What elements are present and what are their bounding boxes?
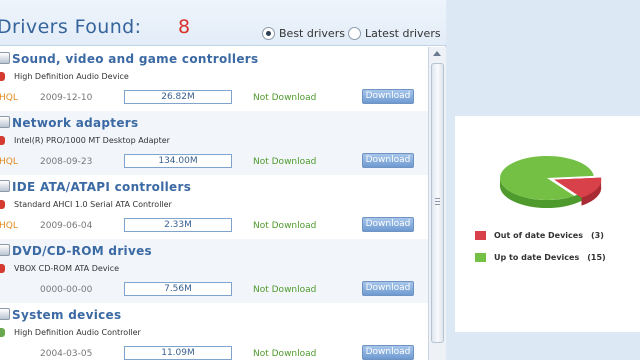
driver-date: 2009-06-04 — [40, 221, 93, 231]
driver-category: DVD/CD-ROM drives — [12, 244, 152, 258]
device-status-chart: Out of date Devices (3) Up to date Devic… — [455, 116, 640, 332]
latest-drivers-label: Latest drivers — [365, 26, 441, 40]
legend-label: Out of date Devices — [494, 230, 583, 240]
device-name: High Definition Audio Controller — [14, 328, 141, 337]
driver-row: DVD/CD-ROM drives VBOX CD-ROM ATA Device… — [0, 239, 428, 303]
driver-category: System devices — [12, 308, 122, 322]
dvd-drive-icon — [0, 244, 10, 256]
driver-date: 2004-03-05 — [40, 349, 93, 359]
driver-list: Sound, video and game controllers High D… — [0, 47, 428, 360]
device-status-panel: Out of date Devices (3) Up to date Devic… — [447, 0, 640, 360]
driver-date: 2009-12-10 — [40, 93, 93, 103]
driver-row: Network adapters Intel(R) PRO/1000 MT De… — [0, 111, 428, 175]
driver-category: IDE ATA/ATAPI controllers — [12, 180, 192, 194]
vertical-scrollbar[interactable] — [428, 47, 446, 360]
quality-label: HQL — [0, 93, 18, 103]
download-button[interactable]: Download — [362, 281, 414, 296]
sound-device-icon — [0, 52, 10, 64]
device-name: Intel(R) PRO/1000 MT Desktop Adapter — [14, 136, 170, 145]
legend-swatch-red — [475, 230, 486, 240]
check-flag-icon — [0, 328, 5, 337]
legend-up-to-date: Up to date Devices (15) — [475, 251, 606, 263]
driver-list-panel: Drivers Found: 8 Best drivers Latest dri… — [0, 0, 446, 360]
driver-size: 7.56M — [124, 282, 232, 296]
download-button[interactable]: Download — [362, 217, 414, 232]
radio-unselected-icon — [348, 26, 361, 40]
device-name: Standard AHCI 1.0 Serial ATA Controller — [14, 200, 172, 209]
scrollbar-thumb[interactable] — [431, 63, 444, 343]
download-button[interactable]: Download — [362, 345, 414, 360]
network-adapter-icon — [0, 116, 10, 128]
driver-date: 2008-09-23 — [40, 157, 93, 167]
download-status: Not Download — [253, 285, 317, 295]
download-status: Not Download — [253, 349, 317, 359]
system-device-icon — [0, 308, 10, 320]
driver-size: 134.00M — [124, 154, 232, 168]
quality-label: HQL — [0, 221, 18, 231]
warning-flag-icon — [0, 200, 5, 209]
driver-row: System devices High Definition Audio Con… — [0, 303, 428, 360]
device-name: VBOX CD-ROM ATA Device — [14, 264, 120, 273]
drivers-found-count: 8 — [178, 16, 191, 38]
download-status: Not Download — [253, 221, 317, 231]
legend-swatch-green — [475, 252, 486, 262]
driver-row: IDE ATA/ATAPI controllers Standard AHCI … — [0, 175, 428, 239]
download-button[interactable]: Download — [362, 153, 414, 168]
warning-flag-icon — [0, 72, 5, 81]
driver-category: Sound, video and game controllers — [12, 52, 259, 66]
results-header: Drivers Found: 8 Best drivers Latest dri… — [0, 0, 446, 46]
legend-count: (15) — [587, 252, 606, 262]
legend-count: (3) — [590, 230, 604, 240]
driver-size: 26.82M — [124, 90, 232, 104]
pie-chart — [500, 156, 602, 208]
driver-size: 2.33M — [124, 218, 232, 232]
grip-icon — [435, 198, 440, 205]
warning-flag-icon — [0, 136, 5, 145]
page-title: Drivers Found: — [0, 16, 142, 38]
warning-flag-icon — [0, 264, 5, 273]
best-drivers-label: Best drivers — [279, 26, 345, 40]
download-status: Not Download — [253, 93, 317, 103]
driver-row: Sound, video and game controllers High D… — [0, 47, 428, 111]
latest-drivers-radio[interactable]: Latest drivers — [348, 25, 441, 41]
ide-controller-icon — [0, 180, 10, 192]
legend-label: Up to date Devices — [494, 252, 580, 262]
download-button[interactable]: Download — [362, 89, 414, 104]
driver-category: Network adapters — [12, 116, 139, 130]
driver-date: 0000-00-00 — [40, 285, 93, 295]
download-status: Not Download — [253, 157, 317, 167]
device-name: High Definition Audio Device — [14, 72, 129, 81]
quality-label: HQL — [0, 157, 18, 167]
scroll-up-arrow-icon[interactable] — [433, 51, 441, 56]
driver-size: 11.09M — [124, 346, 232, 360]
radio-selected-icon — [262, 26, 275, 40]
best-drivers-radio[interactable]: Best drivers — [262, 25, 345, 41]
legend-out-of-date: Out of date Devices (3) — [475, 229, 604, 241]
